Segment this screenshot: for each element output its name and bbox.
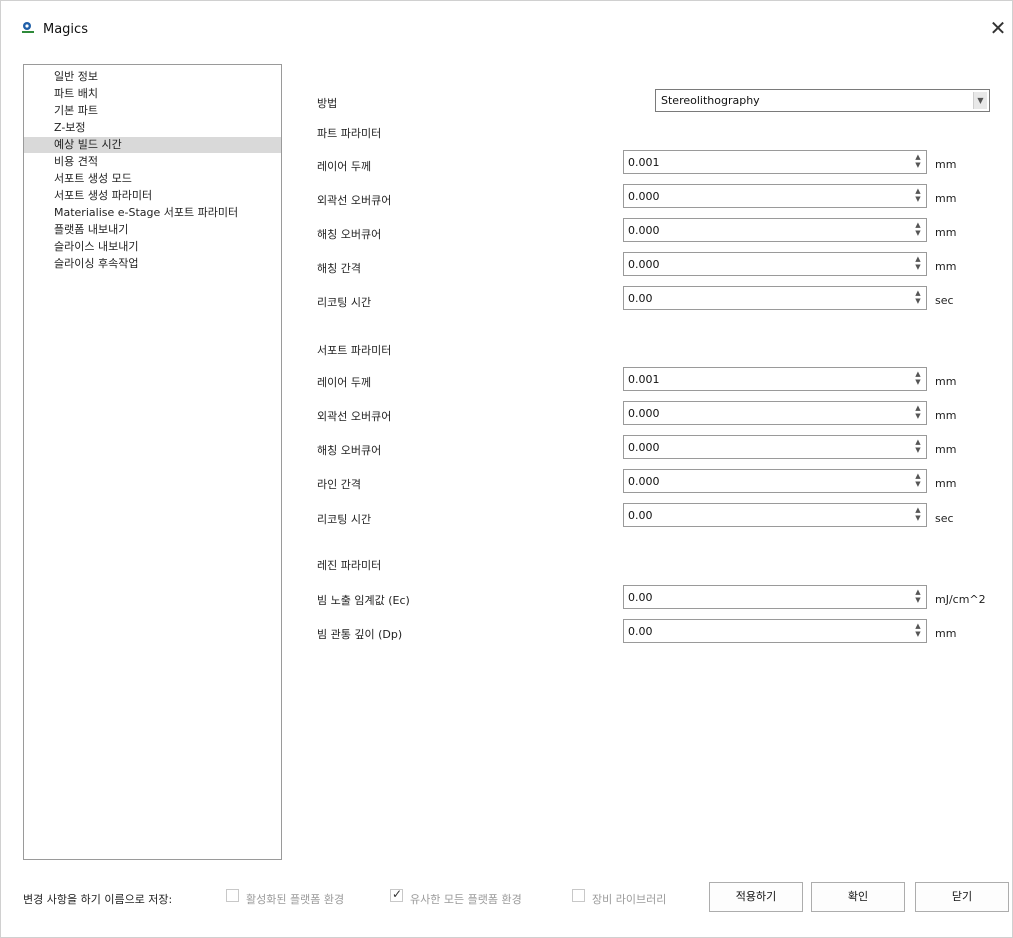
close-button[interactable]: 닫기	[915, 882, 1009, 912]
spinner-arrows-icon[interactable]: ▲ ▼	[913, 187, 923, 205]
magics-logo-icon	[22, 22, 34, 33]
beam-exposure-threshold-label: 빔 노출 임계값 (Ec)	[317, 594, 410, 607]
nav-item-platform-export[interactable]: 플랫폼 내보내기	[24, 222, 281, 238]
part-params-heading: 파트 파라미터	[317, 127, 382, 140]
beam-penetration-depth-value: 0.00	[628, 625, 653, 638]
part-border-overcure-unit: mm	[935, 192, 957, 205]
part-hatch-spacing-field[interactable]: 0.000 ▲ ▼	[623, 252, 927, 276]
machine-library-checkbox[interactable]	[572, 889, 585, 902]
resin-params-heading: 레진 파라미터	[317, 559, 382, 572]
nav-item-slice-export[interactable]: 슬라이스 내보내기	[24, 239, 281, 255]
support-line-spacing-unit: mm	[935, 477, 957, 490]
support-recoat-time-unit: sec	[935, 512, 954, 525]
part-layer-thickness-value: 0.001	[628, 156, 660, 169]
spinner-arrows-icon[interactable]: ▲ ▼	[913, 221, 923, 239]
active-platform-env-label: 활성화된 플랫폼 환경	[246, 893, 345, 906]
part-hatch-overcure-label: 해칭 오버큐어	[317, 228, 382, 241]
spinner-arrows-icon[interactable]: ▲ ▼	[913, 370, 923, 388]
settings-dialog: Magics ✕ 일반 정보 파트 배치 기본 파트 Z-보정 예상 빌드 시간…	[0, 0, 1013, 938]
similar-platform-env-label: 유사한 모든 플랫폼 환경	[410, 893, 522, 906]
part-hatch-overcure-unit: mm	[935, 226, 957, 239]
part-border-overcure-value: 0.000	[628, 190, 660, 203]
nav-item-cost-estimate[interactable]: 비용 견적	[24, 154, 281, 170]
nav-item-default-part[interactable]: 기본 파트	[24, 103, 281, 119]
part-layer-thickness-label: 레이어 두께	[317, 160, 372, 173]
nav-item-slicing-postprocess[interactable]: 슬라이싱 후속작업	[24, 256, 281, 272]
nav-item-support-generation-parameters[interactable]: 서포트 생성 파라미터	[24, 188, 281, 204]
beam-exposure-threshold-value: 0.00	[628, 591, 653, 604]
part-recoat-time-label: 리코팅 시간	[317, 296, 372, 309]
part-hatch-overcure-value: 0.000	[628, 224, 660, 237]
support-recoat-time-field[interactable]: 0.00 ▲ ▼	[623, 503, 927, 527]
spinner-arrows-icon[interactable]: ▲ ▼	[913, 289, 923, 307]
support-layer-thickness-unit: mm	[935, 375, 957, 388]
support-line-spacing-field[interactable]: 0.000 ▲ ▼	[623, 469, 927, 493]
settings-nav-list: 일반 정보 파트 배치 기본 파트 Z-보정 예상 빌드 시간 비용 견적 서포…	[23, 64, 282, 860]
part-hatch-spacing-label: 해칭 간격	[317, 262, 361, 275]
part-hatch-spacing-value: 0.000	[628, 258, 660, 271]
beam-exposure-threshold-unit: mJ/cm^2	[935, 593, 986, 606]
method-label: 방법	[317, 97, 338, 110]
support-recoat-time-value: 0.00	[628, 509, 653, 522]
spinner-arrows-icon[interactable]: ▲ ▼	[913, 404, 923, 422]
beam-penetration-depth-label: 빔 관통 깊이 (Dp)	[317, 628, 403, 641]
part-border-overcure-field[interactable]: 0.000 ▲ ▼	[623, 184, 927, 208]
support-border-overcure-value: 0.000	[628, 407, 660, 420]
part-border-overcure-label: 외곽선 오버큐어	[317, 194, 392, 207]
support-hatch-overcure-value: 0.000	[628, 441, 660, 454]
support-layer-thickness-field[interactable]: 0.001 ▲ ▼	[623, 367, 927, 391]
support-layer-thickness-value: 0.001	[628, 373, 660, 386]
spinner-arrows-icon[interactable]: ▲ ▼	[913, 472, 923, 490]
beam-exposure-threshold-field[interactable]: 0.00 ▲ ▼	[623, 585, 927, 609]
nav-item-part-placement[interactable]: 파트 배치	[24, 86, 281, 102]
active-platform-env-checkbox[interactable]	[226, 889, 239, 902]
method-select[interactable]: Stereolithography ▼	[655, 89, 990, 112]
close-icon[interactable]: ✕	[985, 15, 1011, 41]
support-line-spacing-value: 0.000	[628, 475, 660, 488]
save-changes-as-label: 변경 사항을 하기 이름으로 저장:	[23, 893, 173, 906]
window-title: Magics	[43, 22, 88, 37]
nav-item-estimated-build-time[interactable]: 예상 빌드 시간	[24, 137, 281, 153]
spinner-arrows-icon[interactable]: ▲ ▼	[913, 153, 923, 171]
support-recoat-time-label: 리코팅 시간	[317, 513, 372, 526]
part-recoat-time-unit: sec	[935, 294, 954, 307]
support-hatch-overcure-label: 해칭 오버큐어	[317, 444, 382, 457]
beam-penetration-depth-field[interactable]: 0.00 ▲ ▼	[623, 619, 927, 643]
part-hatch-overcure-field[interactable]: 0.000 ▲ ▼	[623, 218, 927, 242]
chevron-down-icon[interactable]: ▼	[973, 92, 987, 109]
spinner-arrows-icon[interactable]: ▲ ▼	[913, 588, 923, 606]
support-layer-thickness-label: 레이어 두께	[317, 376, 372, 389]
support-hatch-overcure-unit: mm	[935, 443, 957, 456]
support-line-spacing-label: 라인 간격	[317, 478, 361, 491]
part-layer-thickness-field[interactable]: 0.001 ▲ ▼	[623, 150, 927, 174]
nav-item-z-correction[interactable]: Z-보정	[24, 120, 281, 136]
method-select-value: Stereolithography	[661, 94, 760, 107]
support-border-overcure-label: 외곽선 오버큐어	[317, 410, 392, 423]
title-bar: Magics ✕	[1, 1, 1012, 41]
spinner-arrows-icon[interactable]: ▲ ▼	[913, 622, 923, 640]
support-params-heading: 서포트 파라미터	[317, 344, 392, 357]
part-layer-thickness-unit: mm	[935, 158, 957, 171]
part-hatch-spacing-unit: mm	[935, 260, 957, 273]
similar-platform-env-checkbox[interactable]: ✓	[390, 887, 403, 902]
spinner-arrows-icon[interactable]: ▲ ▼	[913, 438, 923, 456]
ok-button[interactable]: 확인	[811, 882, 905, 912]
support-hatch-overcure-field[interactable]: 0.000 ▲ ▼	[623, 435, 927, 459]
spinner-arrows-icon[interactable]: ▲ ▼	[913, 506, 923, 524]
part-recoat-time-field[interactable]: 0.00 ▲ ▼	[623, 286, 927, 310]
machine-library-label: 장비 라이브러리	[592, 893, 667, 906]
beam-penetration-depth-unit: mm	[935, 627, 957, 640]
checkmark-icon: ✓	[392, 887, 403, 901]
nav-item-general-info[interactable]: 일반 정보	[24, 69, 281, 85]
nav-item-e-stage-support-parameters[interactable]: Materialise e-Stage 서포트 파라미터	[24, 205, 281, 221]
apply-button[interactable]: 적용하기	[709, 882, 803, 912]
part-recoat-time-value: 0.00	[628, 292, 653, 305]
support-border-overcure-field[interactable]: 0.000 ▲ ▼	[623, 401, 927, 425]
nav-item-support-generation-mode[interactable]: 서포트 생성 모드	[24, 171, 281, 187]
support-border-overcure-unit: mm	[935, 409, 957, 422]
spinner-arrows-icon[interactable]: ▲ ▼	[913, 255, 923, 273]
